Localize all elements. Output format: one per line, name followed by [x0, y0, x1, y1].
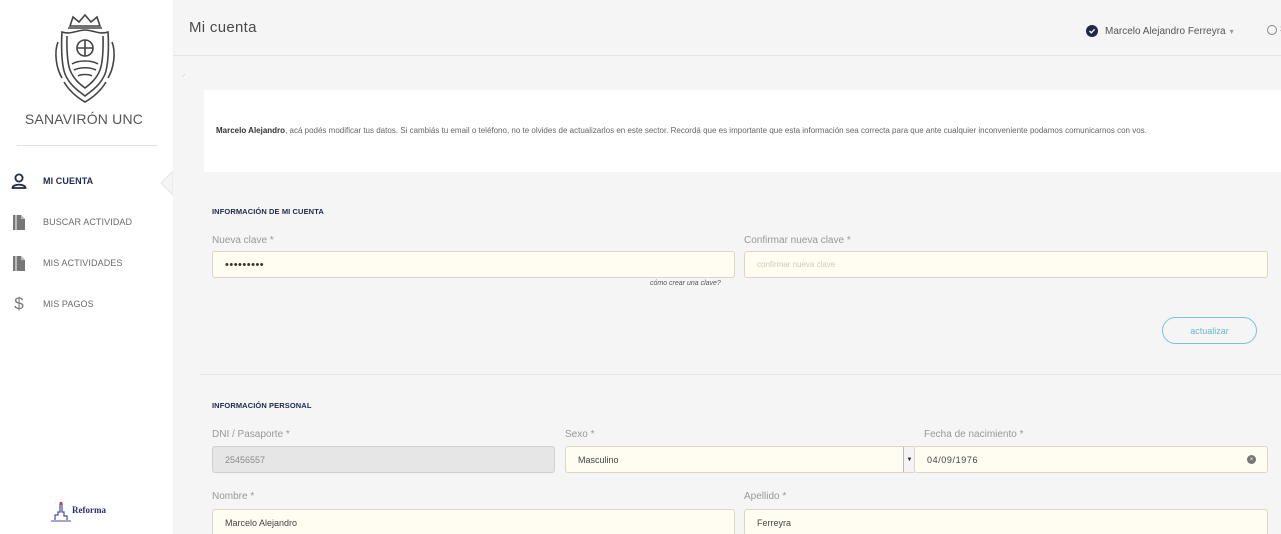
document-icon [11, 213, 27, 231]
sidebar-item-mi-cuenta[interactable]: MI CUENTA [0, 166, 173, 196]
reforma-logo: Reforma [45, 500, 125, 524]
nombre-label: Nombre * [212, 491, 255, 502]
personal-section-title: INFORMACIÓN PERSONAL [212, 401, 312, 410]
active-indicator [160, 171, 173, 195]
apellido-label: Apellido * [744, 491, 787, 502]
sexo-label: Sexo * [565, 429, 595, 440]
check-circle-icon [1086, 25, 1098, 37]
logout-button[interactable]: Sa [1267, 24, 1281, 35]
nombre-field[interactable]: Marcelo Alejandro [212, 509, 735, 534]
university-crest-logo [55, 13, 115, 103]
confirm-password-field[interactable]: confirmar nueva clave [744, 251, 1268, 278]
page-title: Mi cuenta [189, 19, 257, 36]
section-divider [200, 374, 1281, 375]
sidebar-item-label: BUSCAR ACTIVIDAD [43, 217, 133, 227]
info-message: Marcelo Alejandro, acá podés modificar t… [216, 121, 1266, 140]
document-icon [11, 254, 27, 272]
sidebar-item-label: MIS PAGOS [43, 299, 94, 309]
new-password-value: ••••••••• [225, 258, 265, 271]
main-content: Mi cuenta Marcelo Alejandro Ferreyra ▾ S… [173, 0, 1281, 534]
brand-name: SANAVIRÓN UNC [24, 111, 144, 127]
info-message-text: , acá podés modificar tus datos. Si camb… [285, 126, 1147, 135]
sidebar-item-label: MI CUENTA [43, 176, 94, 186]
sexo-select[interactable]: Masculino ▼ [565, 446, 916, 473]
new-password-label: Nueva clave * [212, 235, 274, 246]
user-icon [11, 172, 27, 190]
sidebar-item-mis-actividades[interactable]: MIS ACTIVIDADES [0, 248, 173, 278]
confirm-password-label: Confirmar nueva clave * [744, 235, 851, 246]
user-name: Marcelo Alejandro Ferreyra [1105, 25, 1226, 37]
dni-field: 25456557 [212, 446, 555, 473]
reforma-logo-text: Reforma [72, 505, 106, 515]
top-bar: Mi cuenta Marcelo Alejandro Ferreyra ▾ S… [173, 12, 1281, 56]
power-icon [1267, 24, 1277, 35]
account-section-title: INFORMACIÓN DE MI CUENTA [212, 207, 324, 216]
sidebar: SANAVIRÓN UNC MI CUENTA BUSCAR ACTIVIDAD… [0, 0, 173, 534]
birth-date-value: 04/09/1976 [927, 454, 979, 465]
birth-date-label: Fecha de nacimiento * [924, 429, 1024, 440]
birth-date-field[interactable]: 04/09/1976 × [914, 446, 1268, 473]
apellido-field[interactable]: Ferreyra [744, 509, 1268, 534]
user-menu[interactable]: Marcelo Alejandro Ferreyra ▾ [1086, 25, 1234, 37]
how-to-create-password-link[interactable]: cómo crear una clave? [650, 280, 721, 287]
info-card: Marcelo Alejandro, acá podés modificar t… [204, 90, 1281, 172]
sidebar-item-mis-pagos[interactable]: $ MIS PAGOS [0, 289, 173, 319]
new-password-field[interactable]: ••••••••• [212, 251, 735, 278]
dollar-icon: $ [14, 294, 24, 313]
sidebar-divider [17, 145, 158, 146]
sidebar-item-label: MIS ACTIVIDADES [43, 258, 123, 268]
user-first-name: Marcelo Alejandro [216, 126, 286, 135]
dni-label: DNI / Pasaporte * [212, 429, 290, 440]
sidebar-item-buscar-actividad[interactable]: BUSCAR ACTIVIDAD [0, 207, 173, 237]
clear-icon[interactable]: × [1247, 455, 1256, 464]
collapse-mark: ⸍ [182, 74, 186, 81]
update-button[interactable]: actualizar [1162, 317, 1257, 344]
chevron-down-icon: ▾ [1229, 26, 1234, 36]
sexo-value: Masculino [578, 454, 619, 465]
